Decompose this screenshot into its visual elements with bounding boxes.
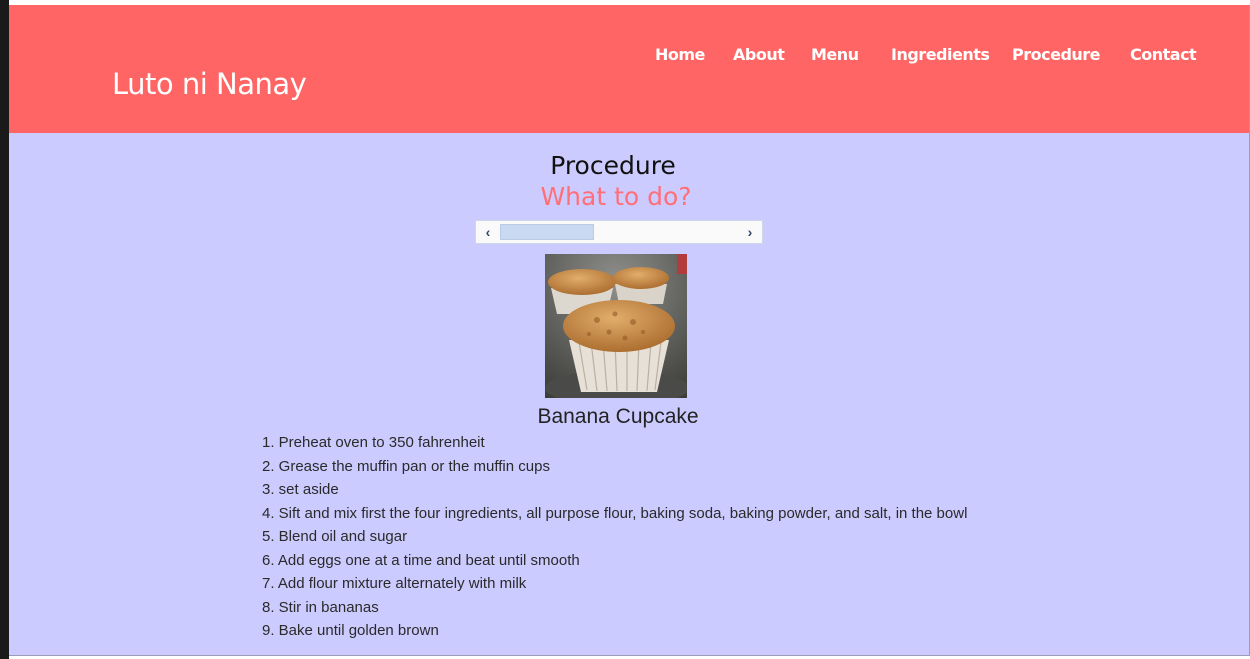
page-subtitle: What to do? xyxy=(540,182,692,211)
list-item: 2. Grease the muffin pan or the muffin c… xyxy=(262,457,550,475)
nav-contact[interactable]: Contact xyxy=(1130,45,1197,64)
window-edge xyxy=(0,0,9,659)
carousel-thumb[interactable] xyxy=(500,224,595,240)
nav-home[interactable]: Home xyxy=(655,45,705,64)
list-item: 5. Blend oil and sugar xyxy=(262,528,408,545)
nav-procedure[interactable]: Procedure xyxy=(1012,45,1101,64)
nav-menu[interactable]: Menu xyxy=(811,45,859,64)
list-item: 7. Add flour mixture alternately with mi… xyxy=(262,575,527,592)
list-item: 3. set aside xyxy=(262,481,339,498)
list-item: 1. Preheat oven to 350 fahrenheit xyxy=(262,434,485,451)
chevron-right-icon[interactable]: › xyxy=(740,223,760,241)
nav-about[interactable]: About xyxy=(733,45,785,64)
carousel-track[interactable] xyxy=(500,224,736,240)
list-item: 6. Add eggs one at a time and beat until… xyxy=(262,551,580,569)
site-header: Luto ni Nanay Home About Menu Ingredient… xyxy=(9,5,1249,133)
list-item: 9. Bake until golden brown xyxy=(262,622,439,639)
chevron-left-icon[interactable]: ‹ xyxy=(478,223,498,241)
list-item: 4. Sift and mix first the four ingredien… xyxy=(262,504,968,522)
procedure-steps-list: 1. Preheat oven to 350 fahrenheit 2. Gre… xyxy=(262,431,967,643)
list-item: 8. Stir in bananas xyxy=(262,598,379,616)
site-logo-text: Luto ni Nanay xyxy=(112,67,307,101)
main-nav: Home About Menu Ingredients Procedure Co… xyxy=(9,45,1249,69)
page-title: Procedure xyxy=(550,151,676,180)
nav-ingredients[interactable]: Ingredients xyxy=(891,45,990,64)
page: Luto ni Nanay Home About Menu Ingredient… xyxy=(9,5,1250,656)
recipe-carousel-scrollbar[interactable]: ‹ › xyxy=(475,220,763,244)
recipe-name: Banana Cupcake xyxy=(537,405,699,428)
banana-cupcake-photo xyxy=(545,254,687,398)
